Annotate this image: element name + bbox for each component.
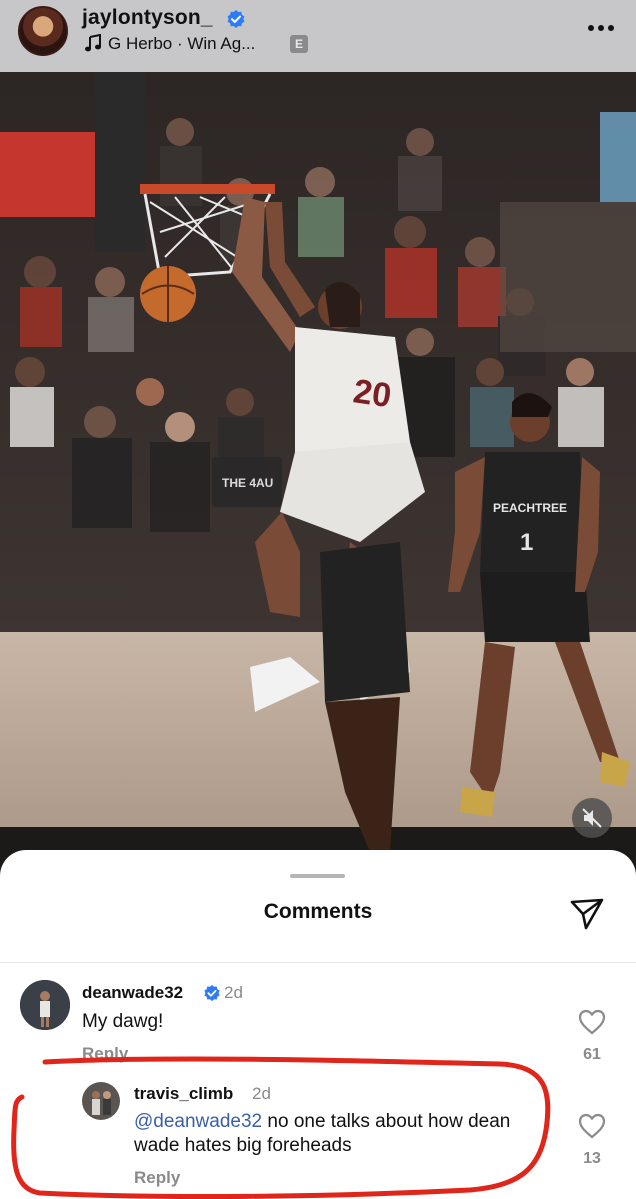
comments-title: Comments	[263, 900, 373, 923]
profile-avatar[interactable]	[18, 6, 68, 56]
comment-username[interactable]: deanwade32	[82, 983, 183, 1003]
comment-time: 2d	[252, 1084, 271, 1103]
song-title[interactable]: G Herbo · Win Ag...	[108, 34, 255, 54]
comment-username[interactable]: travis_climb	[134, 1084, 233, 1104]
mute-button[interactable]	[572, 798, 612, 838]
jersey-team-right: PEACHTREE	[493, 501, 567, 515]
heart-icon[interactable]	[578, 1113, 606, 1139]
post-photo[interactable]: THE 4AU 20 PEACHTREE 1	[0, 72, 636, 862]
sheet-grabber[interactable]	[290, 874, 345, 878]
sheet-divider	[0, 962, 636, 963]
reply-button[interactable]: Reply	[134, 1168, 180, 1188]
heart-icon[interactable]	[578, 1009, 606, 1035]
comment-text: My dawg!	[82, 1011, 164, 1032]
music-note-icon	[85, 34, 101, 52]
basketball-dunk-image: THE 4AU 20 PEACHTREE 1	[0, 72, 636, 862]
commenter-avatar[interactable]	[82, 1082, 120, 1120]
explicit-badge: E	[290, 35, 308, 53]
post-username[interactable]: jaylontyson_	[82, 6, 213, 30]
comment-text: @deanwade32 no one talks about how dean …	[134, 1110, 554, 1158]
banner-text: THE 4AU	[222, 476, 273, 490]
jersey-number-left: 20	[351, 372, 394, 415]
verified-icon	[227, 10, 245, 28]
like-count: 13	[583, 1150, 601, 1167]
commenter-avatar-image	[82, 1082, 120, 1120]
commenter-avatar[interactable]	[20, 980, 70, 1030]
comment-mention[interactable]: @deanwade32	[134, 1111, 262, 1132]
post-header: jaylontyson_ G Herbo · Win Ag... E	[0, 0, 636, 72]
reply-button[interactable]: Reply	[82, 1044, 128, 1064]
share-send-icon[interactable]	[568, 894, 606, 932]
mute-icon	[582, 808, 602, 828]
like-count: 61	[583, 1046, 601, 1063]
comment-time: 2d	[224, 983, 243, 1002]
commenter-avatar-image	[20, 980, 70, 1030]
comments-sheet: Comments deanwade32 2d My dawg! Reply 61…	[0, 850, 636, 1199]
jersey-number-right: 1	[520, 529, 533, 556]
more-icon[interactable]	[586, 22, 616, 34]
verified-icon	[204, 984, 220, 1002]
